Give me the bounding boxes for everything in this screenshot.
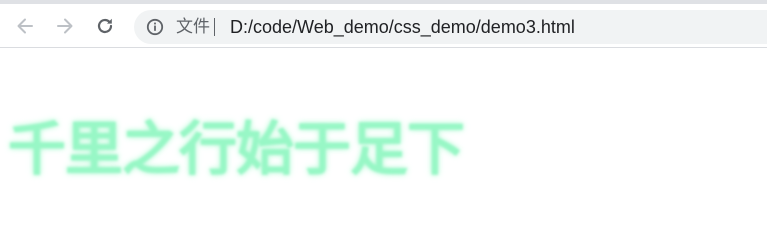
forward-button[interactable]	[51, 12, 79, 40]
back-button[interactable]	[11, 12, 39, 40]
arrow-right-icon	[57, 18, 73, 34]
info-icon[interactable]	[146, 18, 164, 36]
url-text[interactable]: D:/code/Web_demo/css_demo/demo3.html	[230, 10, 575, 44]
reload-button[interactable]	[91, 12, 119, 40]
page-heading: 千里之行始于足下	[8, 115, 465, 183]
arrow-left-icon	[17, 18, 33, 34]
address-bar[interactable]: 文件 D:/code/Web_demo/css_demo/demo3.html	[134, 10, 767, 44]
address-divider	[214, 18, 215, 36]
reload-icon	[97, 18, 113, 34]
browser-toolbar: 文件 D:/code/Web_demo/css_demo/demo3.html	[0, 4, 767, 48]
scheme-label: 文件	[176, 17, 210, 37]
page-viewport: 千里之行始于足下	[0, 48, 767, 251]
